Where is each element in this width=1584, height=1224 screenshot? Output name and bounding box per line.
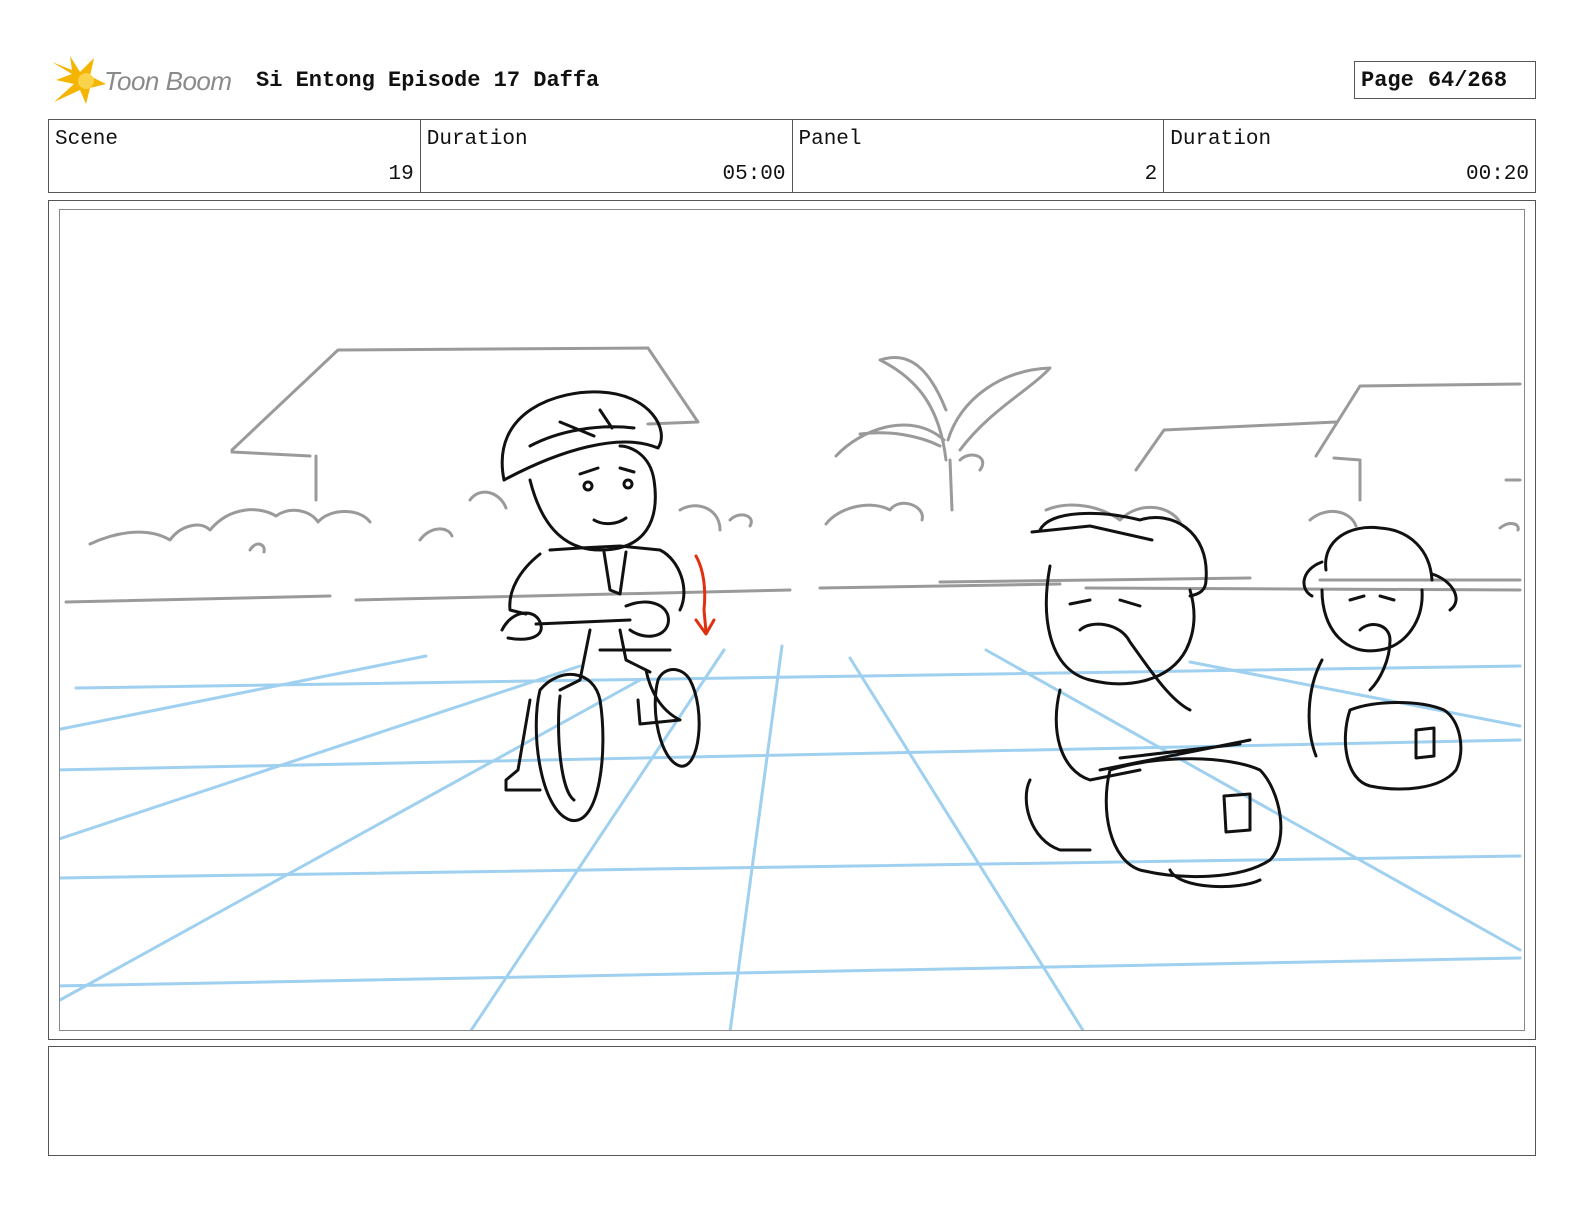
panel-duration-label: Duration: [1170, 128, 1272, 151]
panel-value: 2: [1144, 163, 1158, 186]
panel-cell: Panel 2: [793, 120, 1165, 192]
logo-text: Toon Boom: [104, 66, 232, 96]
boy-with-cap-sketch: [1024, 512, 1283, 888]
scene-duration-value: 05:00: [722, 163, 786, 186]
panel-notes-box: [48, 1046, 1536, 1156]
panel-duration-cell: Duration 00:20: [1164, 120, 1535, 192]
toon-boom-logo: Toon Boom: [50, 54, 240, 108]
page-indicator: Page 64/268: [1354, 61, 1536, 99]
panel-sketch: [60, 346, 1522, 1030]
panel-duration-value: 00:20: [1465, 163, 1529, 186]
perspective-grid: [60, 644, 1522, 1030]
boy-on-bicycle-sketch: [500, 390, 701, 822]
storyboard-panel-image: [59, 209, 1525, 1031]
storyboard-panel-frame: [48, 200, 1536, 1040]
panel-label: Panel: [798, 128, 862, 151]
storyboard-title: Si Entong Episode 17 Daffa: [256, 68, 600, 93]
background-sketch: [64, 346, 1522, 604]
scene-info-row: Scene 19 Duration 05:00 Panel 2 Duration…: [48, 119, 1536, 193]
page-label: Page: [1361, 67, 1414, 93]
scene-duration-label: Duration: [426, 128, 528, 151]
scene-value: 19: [388, 163, 414, 186]
scene-duration-cell: Duration 05:00: [421, 120, 793, 192]
logo-burst-icon: [52, 56, 106, 104]
scene-label: Scene: [55, 128, 119, 151]
scene-cell: Scene 19: [49, 120, 421, 192]
girl-with-pigtails-sketch: [1302, 525, 1463, 791]
motion-arrow: [694, 554, 716, 636]
page-number: 64/268: [1427, 67, 1508, 93]
